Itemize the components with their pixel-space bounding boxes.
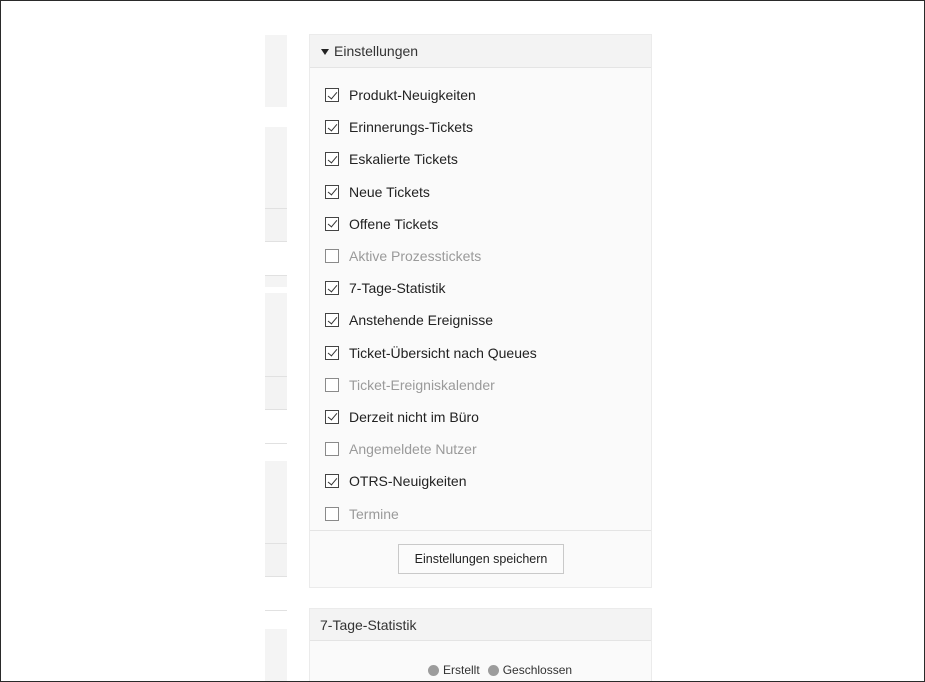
settings-item-label: OTRS-Neuigkeiten [349,473,467,490]
settings-checkbox[interactable] [325,249,339,264]
chart-legend: Erstellt Geschlossen [428,663,580,677]
settings-checkbox[interactable] [325,345,339,360]
settings-item-label: Neue Tickets [349,183,430,200]
settings-item-label: Produkt-Neuigkeiten [349,87,476,104]
settings-checkbox[interactable] [325,506,339,521]
left-field-fragment [265,543,287,578]
settings-panel: Einstellungen Produkt-Neuigkeiten Erinner… [309,34,652,588]
settings-header[interactable]: Einstellungen [310,35,651,68]
left-field-fragment [265,208,287,243]
left-widget-fragment [265,35,287,107]
legend-created-label[interactable]: Erstellt [443,663,480,677]
settings-item[interactable]: Ticket-Übersicht nach Queues [325,337,537,369]
settings-checkbox[interactable] [325,313,339,328]
save-settings-button[interactable]: Einstellungen speichern [398,544,564,574]
legend-closed-label[interactable]: Geschlossen [503,663,572,677]
settings-item-label: Offene Tickets [349,215,439,232]
settings-item[interactable]: Ticket-Ereigniskalender [325,369,537,401]
stats-widget-title: 7-Tage-Statistik [310,609,651,641]
settings-checkbox[interactable] [325,281,339,296]
settings-title: Einstellungen [334,43,419,59]
page-frame: Einstellungen Produkt-Neuigkeiten Erinner… [0,0,925,682]
settings-checkbox[interactable] [325,152,339,167]
settings-item[interactable]: Angemeldete Nutzer [325,433,537,465]
settings-item[interactable]: Produkt-Neuigkeiten [325,79,537,111]
settings-checkbox[interactable] [325,216,339,231]
settings-item-label: Erinnerungs-Tickets [349,119,473,136]
settings-item-label: 7-Tage-Statistik [349,280,446,297]
settings-item-label: Aktive Prozesstickets [349,248,482,265]
settings-item[interactable]: Erinnerungs-Tickets [325,111,537,143]
settings-item-label: Ticket-Ereigniskalender [349,376,495,393]
settings-item[interactable]: Anstehende Ereignisse [325,304,537,336]
left-field-fragment [265,241,287,276]
settings-checkbox[interactable] [325,409,339,424]
settings-checkbox[interactable] [325,88,339,103]
settings-checkbox[interactable] [325,184,339,199]
settings-item-label: Angemeldete Nutzer [349,441,477,458]
left-field-fragment [265,576,287,611]
settings-item[interactable]: OTRS-Neuigkeiten [325,465,537,497]
caret-down-icon [321,49,329,55]
left-field-fragment [265,376,287,411]
settings-item[interactable]: Derzeit nicht im Büro [325,401,537,433]
divider [310,530,651,531]
stats-widget: 7-Tage-Statistik Erstellt Geschlossen [309,608,652,681]
settings-checkbox[interactable] [325,120,339,135]
left-widget-fragment [265,629,287,681]
settings-item-label: Anstehende Ereignisse [349,312,493,329]
settings-item-label: Eskalierte Tickets [349,151,458,168]
settings-list: Produkt-Neuigkeiten Erinnerungs-Tickets Es… [325,79,537,530]
settings-item-label: Ticket-Übersicht nach Queues [349,344,537,361]
settings-item-label: Termine [349,505,399,522]
legend-closed-marker [487,664,499,676]
settings-item[interactable]: 7-Tage-Statistik [325,272,537,304]
settings-checkbox[interactable] [325,474,339,489]
settings-item-label: Derzeit nicht im Büro [349,408,479,425]
settings-item[interactable]: Termine [325,497,537,529]
legend-created-marker [428,664,439,676]
settings-item[interactable]: Aktive Prozesstickets [325,240,537,272]
settings-checkbox[interactable] [325,377,339,392]
settings-item[interactable]: Neue Tickets [325,176,537,208]
left-field-fragment [265,409,287,444]
settings-item[interactable]: Offene Tickets [325,208,537,240]
settings-checkbox[interactable] [325,442,339,457]
settings-item[interactable]: Eskalierte Tickets [325,143,537,175]
